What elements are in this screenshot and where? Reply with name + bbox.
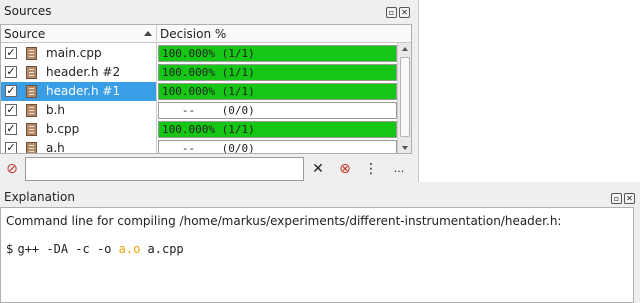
source-name: main.cpp (46, 46, 102, 60)
scrollbar-thumb[interactable] (400, 57, 410, 137)
command-text: g++ -DA -c -o (17, 242, 119, 256)
table-row[interactable]: ✓ header.h #1 100.000% (1/1) (1, 82, 397, 101)
decision-coverage-cell: 100.000% (1/1) (158, 121, 397, 138)
file-icon (26, 142, 37, 153)
explanation-dock: Explanation ▫ ✕ Command line for compili… (0, 187, 640, 303)
source-cell[interactable]: ✓ header.h #1 (1, 82, 156, 101)
source-cell[interactable]: ✓ b.cpp (1, 120, 156, 139)
sources-table: Source Decision % ✓ main.cpp 100.000% (1/1… (0, 24, 412, 154)
prompt-symbol: $ (6, 242, 14, 256)
filter-toolbar: ⊘ ✕ ⊗ ⋮ ... (0, 156, 418, 182)
scroll-up-icon[interactable] (402, 47, 408, 51)
include-checkbox[interactable]: ✓ (5, 47, 17, 59)
close-icon[interactable]: ✕ (399, 7, 410, 18)
file-icon (26, 66, 37, 79)
source-name: a.h (46, 141, 65, 154)
source-name: header.h #1 (46, 84, 121, 98)
table-row[interactable]: ✓ b.cpp 100.000% (1/1) (1, 120, 397, 139)
tree-view-icon[interactable]: ⋮ (363, 161, 379, 177)
source-name: b.cpp (46, 122, 80, 136)
close-icon[interactable]: ✕ (624, 193, 635, 204)
column-header-decision[interactable]: Decision % (157, 25, 411, 43)
sources-title: Sources (4, 4, 52, 18)
file-icon (26, 123, 37, 136)
command-output-file: a.o (118, 242, 141, 256)
empty-side-panel (418, 0, 640, 182)
filter-input[interactable] (25, 157, 304, 181)
column-header-source-label: Source (4, 27, 46, 41)
command-input-file: a.cpp (140, 242, 184, 256)
float-icon[interactable]: ▫ (386, 7, 397, 18)
table-row[interactable]: ✓ main.cpp 100.000% (1/1) (1, 44, 397, 63)
include-checkbox[interactable]: ✓ (5, 66, 17, 78)
clear-icon[interactable]: ✕ (310, 161, 326, 177)
explanation-title: Explanation (4, 190, 75, 204)
column-header-decision-label: Decision % (160, 27, 227, 41)
source-cell[interactable]: ✓ main.cpp (1, 44, 156, 63)
decision-coverage-cell: -- (0/0) (158, 102, 397, 119)
table-row[interactable]: ✓ b.h -- (0/0) (1, 101, 397, 120)
vertical-scrollbar[interactable] (397, 43, 411, 153)
explanation-text-area[interactable]: Command line for compiling /home/markus/… (0, 207, 634, 303)
command-intro: Command line for compiling /home/markus/… (6, 214, 562, 228)
source-cell[interactable]: ✓ a.h (1, 139, 156, 154)
disable-filter-icon[interactable]: ⊗ (337, 161, 353, 177)
source-cell[interactable]: ✓ b.h (1, 101, 156, 120)
decision-coverage-cell: 100.000% (1/1) (158, 64, 397, 81)
include-checkbox[interactable]: ✓ (5, 142, 17, 153)
include-checkbox[interactable]: ✓ (5, 104, 17, 116)
more-button[interactable]: ... (391, 161, 407, 177)
source-name: header.h #2 (46, 65, 121, 79)
include-checkbox[interactable]: ✓ (5, 85, 17, 97)
decision-coverage-cell: 100.000% (1/1) (158, 45, 397, 62)
column-header-source[interactable]: Source (1, 25, 157, 43)
source-name: b.h (46, 103, 66, 117)
sources-dock: Sources ▫ ✕ Source Decision % ✓ main.cpp 1… (0, 0, 418, 182)
source-cell[interactable]: ✓ header.h #2 (1, 63, 156, 82)
file-icon (26, 85, 37, 98)
file-icon (26, 47, 37, 60)
table-row[interactable]: ✓ a.h -- (0/0) (1, 139, 397, 154)
table-row[interactable]: ✓ header.h #2 100.000% (1/1) (1, 63, 397, 82)
file-icon (26, 104, 37, 117)
clear-filter-icon[interactable]: ⊘ (4, 161, 20, 177)
scroll-down-icon[interactable] (402, 146, 408, 150)
float-icon[interactable]: ▫ (611, 193, 622, 204)
sort-ascending-icon (144, 31, 152, 36)
command-line: $ g++ -DA -c -o a.o a.cpp (6, 242, 184, 256)
decision-coverage-cell: -- (0/0) (158, 140, 397, 153)
decision-coverage-cell: 100.000% (1/1) (158, 83, 397, 100)
include-checkbox[interactable]: ✓ (5, 123, 17, 135)
